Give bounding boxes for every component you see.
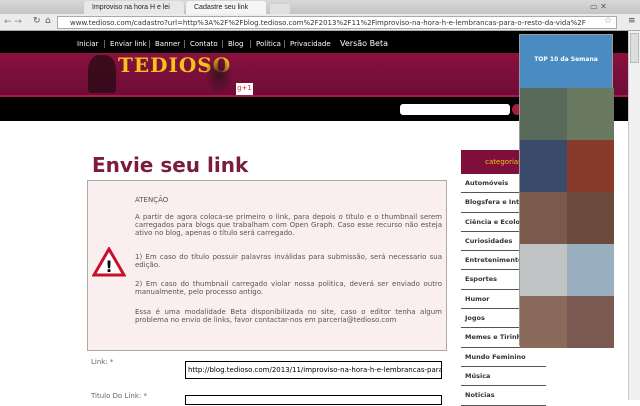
alert-paragraph: 2) Em caso do thumbnail carregado violar… [135,280,442,296]
alert-heading: ATENÇÃO [135,196,169,204]
top10-thumbnail[interactable] [567,140,614,192]
top10-thumbnail[interactable] [567,192,614,244]
top10-thumbnail[interactable] [520,88,567,140]
window-controls[interactable]: ▭ ✕ [590,2,607,11]
nav-privacidade[interactable]: Privacidade [284,40,331,48]
top10-thumbnail[interactable] [520,192,567,244]
gplus-button[interactable]: g+1 [236,83,253,95]
title-label: Titulo Do Link: * [91,392,147,400]
warning-icon: ! [92,247,126,277]
top10-thumbnail[interactable] [520,296,567,348]
nav-politica[interactable]: Política [250,40,281,48]
top10-thumbnail[interactable] [567,88,614,140]
alert-paragraph: A partir de agora coloca-se primeiro o l… [135,213,442,237]
top10-thumbnail[interactable] [520,140,567,192]
scrollbar[interactable] [628,31,640,400]
nav-enviar-link[interactable]: Enviar link [104,40,147,48]
alert-paragraph: Essa é uma modalidade Beta disponibiliza… [135,308,442,324]
category-item[interactable]: Música [461,367,546,387]
scrollbar-thumb[interactable] [630,33,639,63]
top10-thumbnail[interactable] [520,244,567,296]
title-input[interactable] [185,395,442,405]
alert-paragraph: 1) Em caso do título possuir palavras in… [135,253,442,269]
nav-contato[interactable]: Contato [184,40,218,48]
tab-label: Cadastre seu link [194,4,249,11]
search-input[interactable] [400,104,510,115]
svg-text:!: ! [105,257,112,276]
new-tab-button[interactable] [270,4,290,14]
category-item[interactable]: Mundo Feminino [461,348,546,367]
url-input[interactable]: www.tedioso.com/cadastro?url=http%3A%2F%… [57,16,617,29]
tab-label: Improviso na hora H e lei [92,4,170,11]
tree-image [205,55,233,95]
page-title: Envie seu link [92,153,249,177]
top10-popup: TOP 10 da Semana [519,34,614,348]
link-label: Link: * [91,358,114,366]
popup-title: TOP 10 da Semana [520,35,612,88]
tab-cadastre[interactable]: Cadastre seu link [186,1,266,14]
home-icon[interactable]: ⌂ [45,16,51,26]
reload-icon[interactable]: ↻ [33,16,41,26]
attention-box: ! ATENÇÃO A partir de agora coloca-se pr… [87,180,447,351]
top10-thumbnail[interactable] [567,244,614,296]
address-bar-row: ← → ↻ ⌂ www.tedioso.com/cadastro?url=htt… [0,14,640,31]
top10-thumbnail[interactable] [567,296,614,348]
browser-tab-bar: Improviso na hora H e lei Cadastre seu l… [0,0,640,14]
bookmark-star-icon[interactable]: ☆ [604,16,612,26]
tab-improviso[interactable]: Improviso na hora H e lei [84,1,184,14]
menu-icon[interactable]: ≡ [628,16,636,26]
dancers-figure [88,55,116,93]
nav-blog[interactable]: Blog [222,40,243,48]
back-forward-icon[interactable]: ← → [4,17,22,27]
nav-iniciar[interactable]: Iniciar [72,40,98,48]
nav-banner[interactable]: Banner [149,40,180,48]
nav-versao-beta: Versão Beta [340,39,389,48]
category-item[interactable]: Noticias [461,386,546,406]
link-input[interactable] [185,361,442,379]
